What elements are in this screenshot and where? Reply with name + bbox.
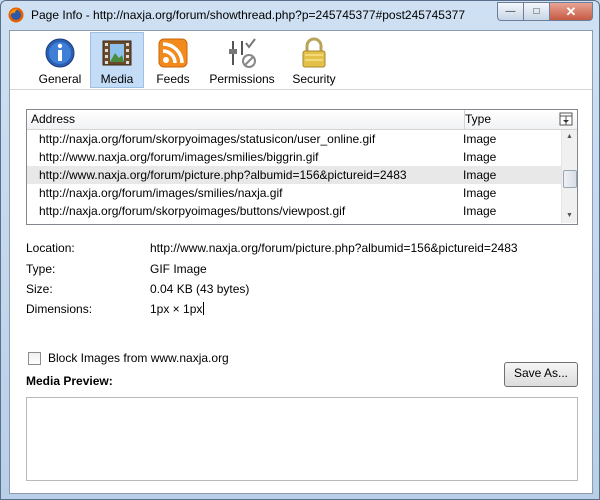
tab-permissions[interactable]: Permissions xyxy=(206,33,278,87)
permissions-icon xyxy=(229,38,256,68)
row-address: http://www.naxja.org/forum/picture.php?a… xyxy=(39,168,407,182)
title-bar[interactable]: Page Info - http://naxja.org/forum/showt… xyxy=(1,1,599,29)
dimensions-field[interactable]: 1px × 1px xyxy=(150,302,205,316)
close-button[interactable]: ✕ xyxy=(549,2,593,21)
scroll-up-icon[interactable]: ▲ xyxy=(562,130,577,144)
row-type: Image xyxy=(463,132,497,146)
table-row[interactable]: http://naxja.org/forum/skorpyoimages/but… xyxy=(27,202,561,220)
media-list-rows: http://naxja.org/forum/skorpyoimages/sta… xyxy=(27,130,561,223)
media-list-header: Address Type xyxy=(27,110,577,130)
page-info-window: Page Info - http://naxja.org/forum/showt… xyxy=(0,0,600,500)
media-list-scrollbar[interactable]: ▲ ▼ xyxy=(561,130,577,223)
dimensions-value: 1px × 1px xyxy=(150,302,203,316)
row-address: http://naxja.org/forum/images/smilies/na… xyxy=(39,186,283,200)
type-label: Type: xyxy=(26,262,56,276)
minimize-button[interactable]: — xyxy=(497,2,523,21)
tab-toolbar: General Media Feeds Permissions Security xyxy=(10,31,592,90)
row-type: Image xyxy=(463,186,497,200)
save-as-button[interactable]: Save As... xyxy=(504,362,578,387)
row-address: http://naxja.org/forum/skorpyoimages/but… xyxy=(39,204,346,218)
block-images-label: Block Images from www.naxja.org xyxy=(48,351,229,365)
dimensions-label: Dimensions: xyxy=(26,302,93,316)
block-images-checkbox[interactable] xyxy=(28,351,41,365)
tab-security[interactable]: Security xyxy=(288,33,340,87)
table-row[interactable]: http://naxja.org/forum/skorpyoimages/sta… xyxy=(27,130,561,148)
media-list[interactable]: Address Type http://naxja.org/forum/skor… xyxy=(26,109,578,225)
window-title: Page Info - http://naxja.org/forum/showt… xyxy=(31,8,465,22)
tab-media[interactable]: Media xyxy=(90,32,144,88)
media-image-icon xyxy=(102,40,132,66)
tab-feeds[interactable]: Feeds xyxy=(150,33,196,87)
row-type: Image xyxy=(463,204,497,218)
location-value[interactable]: http://www.naxja.org/forum/picture.php?a… xyxy=(150,241,518,255)
rss-feed-icon xyxy=(158,38,188,68)
size-value[interactable]: 0.04 KB (43 bytes) xyxy=(150,282,249,296)
media-preview-area xyxy=(26,397,578,481)
column-header-address[interactable]: Address xyxy=(27,110,465,129)
tab-label: Media xyxy=(100,72,134,86)
table-row[interactable]: http://www.naxja.org/forum/images/smilie… xyxy=(27,148,561,166)
tab-label: Permissions xyxy=(209,72,275,86)
scroll-down-icon[interactable]: ▼ xyxy=(562,209,577,223)
tab-label: General xyxy=(38,72,82,86)
column-header-type[interactable]: Type xyxy=(465,110,555,129)
table-row[interactable]: http://naxja.org/forum/images/smilies/na… xyxy=(27,184,561,202)
block-images-option[interactable]: Block Images from www.naxja.org xyxy=(28,351,229,365)
maximize-button[interactable]: □ xyxy=(523,2,549,21)
tab-general[interactable]: General xyxy=(34,33,86,87)
location-label: Location: xyxy=(26,241,75,255)
close-icon: ✕ xyxy=(565,3,577,19)
row-type: Image xyxy=(463,150,497,164)
maximize-icon: □ xyxy=(533,6,540,17)
row-address: http://naxja.org/forum/skorpyoimages/sta… xyxy=(39,132,376,146)
dialog-content: General Media Feeds Permissions Security… xyxy=(9,30,593,494)
media-preview-label: Media Preview: xyxy=(26,374,113,388)
type-value[interactable]: GIF Image xyxy=(150,262,207,276)
table-row-selected[interactable]: http://www.naxja.org/forum/picture.php?a… xyxy=(27,166,561,184)
tab-label: Feeds xyxy=(156,72,190,86)
text-caret xyxy=(203,302,205,315)
minimize-icon: — xyxy=(505,6,516,17)
row-address: http://www.naxja.org/forum/images/smilie… xyxy=(39,150,319,164)
scrollbar-thumb[interactable] xyxy=(563,170,577,188)
size-label: Size: xyxy=(26,282,53,296)
column-picker-icon[interactable] xyxy=(559,112,573,126)
padlock-icon xyxy=(302,37,326,68)
info-icon xyxy=(45,38,75,68)
firefox-icon xyxy=(8,7,24,23)
row-type: Image xyxy=(463,168,497,182)
window-controls: — □ ✕ xyxy=(497,2,593,21)
tab-label: Security xyxy=(292,72,336,86)
